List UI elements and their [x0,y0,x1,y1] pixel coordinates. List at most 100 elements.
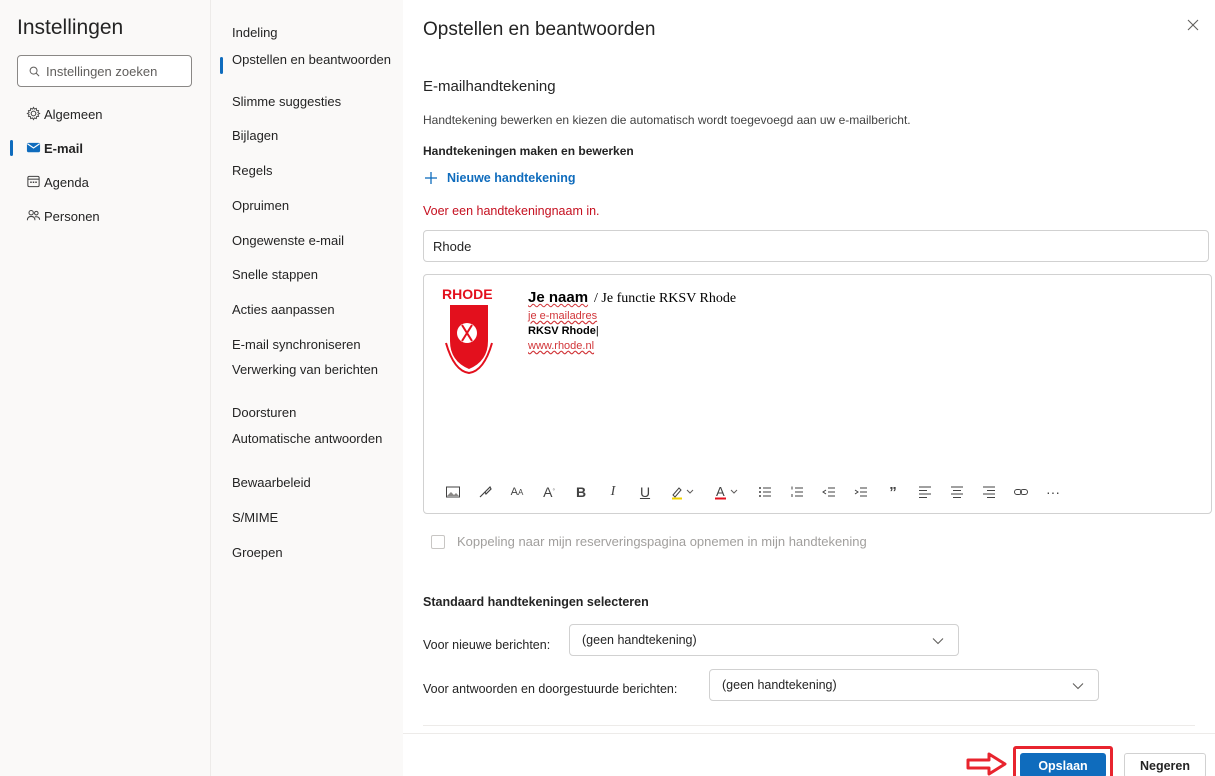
link-icon [1014,489,1028,495]
mid-item-attachments[interactable]: Bijlagen [232,128,397,143]
nav-label-email: E-mail [44,140,84,156]
paintbrush-icon [479,485,492,498]
settings-nav: Instellingen Instellingen zoeken Algemee… [0,0,211,776]
mail-icon [26,142,41,153]
outdent-icon [822,487,835,497]
booking-page-option[interactable]: Koppeling naar mijn reserveringspagina o… [431,534,867,549]
decrease-indent-button[interactable] [818,481,840,503]
signature-email: je e-mailadres [528,310,598,322]
mid-item-sync-email[interactable]: E-mail synchroniseren [232,337,397,352]
signature-name: Je naam [528,289,589,306]
booking-page-checkbox[interactable] [431,534,445,549]
italic-icon: I [610,484,616,499]
dialog-footer: Opslaan Negeren [403,733,1215,776]
rhode-logo: RHODE [442,286,493,375]
mid-item-layout[interactable]: Indeling [232,25,397,40]
signature-content: Je naam / Je functie RKSV Rhode je e-mail… [528,289,737,352]
nav-item-calendar[interactable]: Agenda [0,165,211,199]
align-left-icon [919,486,931,498]
new-signature-button[interactable]: Nieuwe handtekening [424,171,576,185]
font-size-button[interactable]: AA [506,481,528,503]
divider [423,725,1195,726]
nav-label-calendar: Agenda [44,174,89,190]
new-signature-label: Nieuwe handtekening [447,171,576,185]
superscript-button[interactable]: A◦ [538,481,560,503]
nav-label-general: Algemeen [44,106,103,122]
more-options-button[interactable]: ··· [1042,481,1064,503]
mid-item-sweep[interactable]: Opruimen [232,198,397,213]
signature-editor[interactable]: RHODE Je naam / Je functie RKSV Rhode je … [423,274,1212,514]
align-left-button[interactable] [914,481,936,503]
insert-image-button[interactable] [442,481,464,503]
chevron-down-icon [1072,683,1084,690]
italic-button[interactable]: I [602,481,624,503]
mid-item-quick-steps[interactable]: Snelle stappen [232,267,397,282]
signature-url: www.rhode.nl [528,340,595,352]
settings-content: Opstellen en beantwoorden E-mailhandteke… [403,0,1215,776]
mid-item-retention[interactable]: Bewaarbeleid [232,475,397,490]
font-size-icon: AA [510,486,524,498]
search-icon [29,66,40,76]
search-input[interactable]: Instellingen zoeken [17,55,192,87]
arrow-right-icon [966,752,1007,776]
new-messages-selected: (geen handtekening) [582,633,697,647]
booking-page-label: Koppeling naar mijn reserveringspagina o… [457,534,867,549]
search-placeholder: Instellingen zoeken [46,63,158,79]
mid-item-junk[interactable]: Ongewenste e-mail [232,233,397,248]
signature-name-input[interactable]: Rhode [423,230,1209,262]
nav-item-people[interactable]: Personen [0,199,211,233]
create-edit-title: Handtekeningen maken en bewerken [423,144,634,158]
signature-description: Handtekening bewerken en kiezen die auto… [423,113,911,127]
nav-label-people: Personen [44,208,100,224]
align-center-button[interactable] [946,481,968,503]
numbering-button[interactable] [786,481,808,503]
settings-window: Instellingen Instellingen zoeken Algemee… [0,0,1215,776]
format-toolbar: AA A◦ B I U A ” ··· [442,481,1074,503]
signature-club: RKSV Rhode [528,325,596,337]
save-button[interactable]: Opslaan [1020,753,1106,776]
name-error-message: Voer een handtekeningnaam in. [423,204,600,218]
nav-item-email[interactable]: E-mail [0,131,211,165]
active-indicator [220,57,223,74]
quote-button[interactable]: ” [882,481,904,503]
underline-button[interactable]: U [634,481,656,503]
font-color-button[interactable]: A [710,481,744,503]
nav-item-general[interactable]: Algemeen [0,97,211,131]
highlight-button[interactable] [666,481,700,503]
mid-item-customize-actions[interactable]: Acties aanpassen [232,302,397,317]
mid-item-forwarding[interactable]: Doorsturen [232,405,397,420]
signature-name-value: Rhode [433,238,472,254]
image-icon [446,486,460,498]
highlighter-icon [672,487,694,500]
mid-item-compose-reply[interactable]: Opstellen en beantwoorden [232,52,397,67]
signature-section-title: E-mailhandtekening [423,78,556,95]
mid-item-groups[interactable]: Groepen [232,545,397,560]
email-settings-nav: Indeling Opstellen en beantwoorden Slimm… [211,0,403,776]
chevron-down-icon [932,638,944,645]
insert-link-button[interactable] [1010,481,1032,503]
bold-button[interactable]: B [570,481,592,503]
quote-icon: ” [889,483,897,501]
numbered-list-icon [791,486,803,497]
replies-selected: (geen handtekening) [722,678,837,692]
mid-item-smart-suggestions[interactable]: Slimme suggesties [232,94,397,109]
discard-button[interactable]: Negeren [1124,753,1206,776]
mid-item-rules[interactable]: Regels [232,163,397,178]
more-icon: ··· [1046,484,1060,500]
bullets-button[interactable] [754,481,776,503]
format-painter-button[interactable] [474,481,496,503]
increase-indent-button[interactable] [850,481,872,503]
replies-label: Voor antwoorden en doorgestuurde bericht… [423,682,678,696]
mid-item-smime[interactable]: S/MIME [232,510,397,525]
new-messages-signature-select[interactable]: (geen handtekening) [569,624,959,656]
mid-item-message-handling[interactable]: Verwerking van berichten [232,362,397,377]
align-right-button[interactable] [978,481,1000,503]
align-right-icon [983,486,995,498]
mid-item-auto-replies[interactable]: Automatische antwoorden [232,431,397,446]
svg-text:A: A [716,484,725,499]
align-center-icon [951,486,963,498]
settings-title: Instellingen [17,16,124,39]
replies-signature-select[interactable]: (geen handtekening) [709,669,1099,701]
svg-text:RHODE: RHODE [442,286,493,302]
close-icon[interactable] [1185,17,1201,33]
